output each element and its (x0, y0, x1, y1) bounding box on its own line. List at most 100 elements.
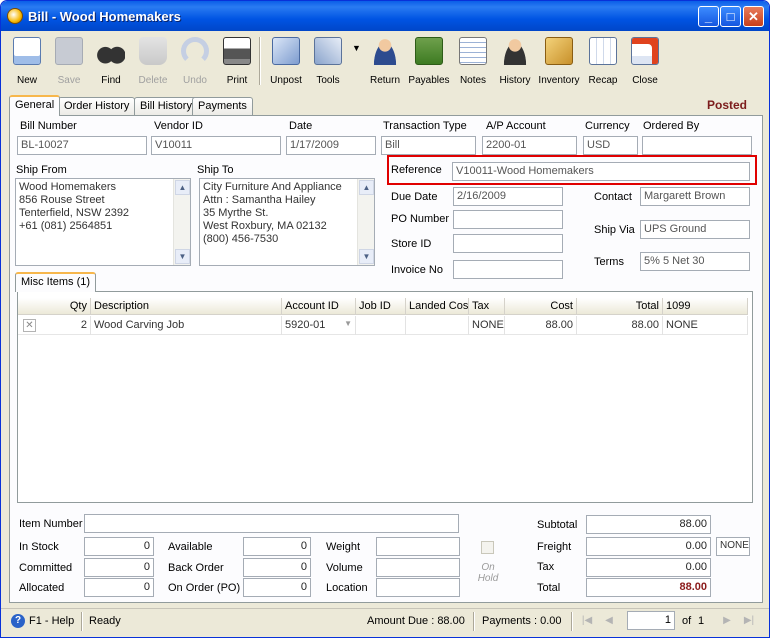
col-job-id[interactable]: Job ID (356, 298, 406, 315)
tab-misc-items[interactable]: Misc Items (1) (15, 272, 97, 292)
freight-label: Freight (537, 541, 572, 553)
scroll-up-icon[interactable]: ▲ (359, 180, 374, 195)
po-number-field[interactable] (453, 210, 563, 229)
col-total[interactable]: Total (577, 298, 663, 315)
last-record-icon[interactable]: ▶| (741, 613, 757, 629)
weight-field (376, 537, 460, 556)
previous-record-icon[interactable]: ◀ (601, 613, 617, 629)
ship-to-address[interactable]: City Furniture And Appliance Attn : Sama… (199, 178, 375, 266)
in-stock-label: In Stock (19, 541, 59, 553)
tab-order-history[interactable]: Order History (58, 97, 136, 115)
tab-general[interactable]: General (9, 95, 61, 116)
ship-to-line: City Furniture And Appliance (203, 181, 342, 193)
of-label: of (682, 615, 692, 627)
col-landed-cost[interactable]: Landed Cos (406, 298, 469, 315)
scroll-down-icon[interactable]: ▼ (359, 249, 374, 264)
terms-field[interactable]: 5% 5 Net 30 (640, 252, 750, 271)
history-person-icon (501, 37, 529, 65)
delete-row-icon[interactable]: ✕ (23, 319, 36, 332)
invoice-no-label: Invoice No (391, 264, 443, 276)
tab-bill-history[interactable]: Bill History (134, 97, 198, 115)
recap-icon (589, 37, 617, 65)
col-description[interactable]: Description (91, 298, 282, 315)
store-id-field[interactable] (453, 234, 563, 253)
tools-button[interactable]: Tools (306, 35, 350, 89)
ship-from-line: Wood Homemakers (19, 181, 116, 193)
status-text: Ready (89, 615, 121, 627)
ship-from-scrollbar[interactable]: ▲ ▼ (173, 179, 190, 265)
cell-total[interactable]: 88.00 (577, 316, 663, 335)
cell-landed-cost[interactable] (406, 316, 469, 335)
due-date-field[interactable]: 2/16/2009 (453, 187, 563, 206)
reference-field[interactable]: V10011-Wood Homemakers (452, 162, 750, 181)
next-record-icon[interactable]: ▶ (719, 613, 735, 629)
ship-to-label: Ship To (197, 164, 234, 176)
ap-account-field[interactable]: 2200-01 (482, 136, 577, 155)
minimize-button[interactable]: _ (698, 6, 719, 27)
ship-from-address[interactable]: Wood Homemakers 856 Rouse Street Tenterf… (15, 178, 191, 266)
close-button[interactable]: Close (623, 35, 667, 89)
available-field: 0 (243, 537, 311, 556)
tab-payments[interactable]: Payments (192, 97, 253, 115)
ship-to-line: 35 Myrthe St. (203, 207, 269, 219)
cell-tax[interactable]: NONE (469, 316, 505, 335)
item-number-field[interactable] (84, 514, 459, 533)
maximize-button[interactable]: □ (720, 6, 741, 27)
scroll-down-icon[interactable]: ▼ (175, 249, 190, 264)
page-number-field[interactable]: 1 (627, 611, 675, 630)
contact-label: Contact (594, 191, 632, 203)
contact-field[interactable]: Margarett Brown (640, 187, 750, 206)
help-icon: ? (11, 614, 25, 628)
col-qty[interactable]: Qty (18, 298, 91, 315)
cell-1099[interactable]: NONE (663, 316, 748, 335)
freight-tax-field[interactable]: NONE (716, 537, 750, 556)
col-cost[interactable]: Cost (505, 298, 577, 315)
misc-items-grid: Qty Description Account ID Job ID Landed… (17, 291, 753, 503)
cell-cost[interactable]: 88.00 (505, 316, 577, 335)
ship-to-scrollbar[interactable]: ▲ ▼ (357, 179, 374, 265)
ordered-by-field[interactable] (642, 136, 752, 155)
bill-window: Bill - Wood Homemakers _ □ ✕ New Save Fi… (0, 0, 770, 638)
close-icon: ✕ (748, 9, 759, 24)
maximize-icon: □ (726, 9, 735, 24)
currency-field[interactable]: USD (583, 136, 638, 155)
total-label: Total (537, 582, 561, 594)
cell-qty[interactable]: ✕ 2 (18, 316, 91, 335)
date-field[interactable]: 1/17/2009 (286, 136, 376, 155)
location-label: Location (326, 582, 368, 594)
cell-job-id[interactable] (356, 316, 406, 335)
bill-number-field[interactable]: BL-10027 (17, 136, 147, 155)
chevron-down-icon[interactable]: ▼ (344, 319, 352, 328)
on-hold-checkbox[interactable] (481, 541, 494, 554)
ship-to-line: West Roxbury, MA 02132 (203, 220, 327, 232)
freight-field[interactable]: 0.00 (586, 537, 711, 556)
payables-money-icon (415, 37, 443, 65)
cell-description[interactable]: Wood Carving Job (91, 316, 282, 335)
ship-via-field[interactable]: UPS Ground (640, 220, 750, 239)
tools-dropdown-icon[interactable]: ▼ (352, 43, 361, 53)
tax-label: Tax (537, 561, 555, 573)
status-separator (81, 612, 83, 631)
close-window-button[interactable]: ✕ (743, 6, 764, 27)
amount-due: Amount Due : 88.00 (367, 615, 465, 627)
first-record-icon[interactable]: |◀ (579, 613, 595, 629)
payments-total: Payments : 0.00 (482, 615, 562, 627)
help-hint[interactable]: F1 - Help (29, 615, 74, 627)
vendor-id-field[interactable]: V10011 (151, 136, 281, 155)
allocated-label: Allocated (19, 582, 65, 594)
invoice-no-field[interactable] (453, 260, 563, 279)
unpost-icon (272, 37, 300, 65)
location-field (376, 578, 460, 597)
return-person-icon (371, 37, 399, 65)
col-account-id[interactable]: Account ID (282, 298, 356, 315)
print-button[interactable]: Print (215, 35, 259, 89)
col-tax[interactable]: Tax (469, 298, 505, 315)
transaction-type-field[interactable]: Bill (381, 136, 476, 155)
col-1099[interactable]: 1099 (663, 298, 748, 315)
item-number-label: Item Number (19, 518, 83, 530)
scroll-up-icon[interactable]: ▲ (175, 180, 190, 195)
table-row[interactable]: ✕ 2 Wood Carving Job 5920-01 ▼ NONE 88.0… (18, 316, 748, 335)
cell-account-id[interactable]: 5920-01 ▼ (282, 316, 356, 335)
bill-number-label: Bill Number (20, 120, 77, 132)
ship-from-line: Tenterfield, NSW 2392 (19, 207, 130, 219)
